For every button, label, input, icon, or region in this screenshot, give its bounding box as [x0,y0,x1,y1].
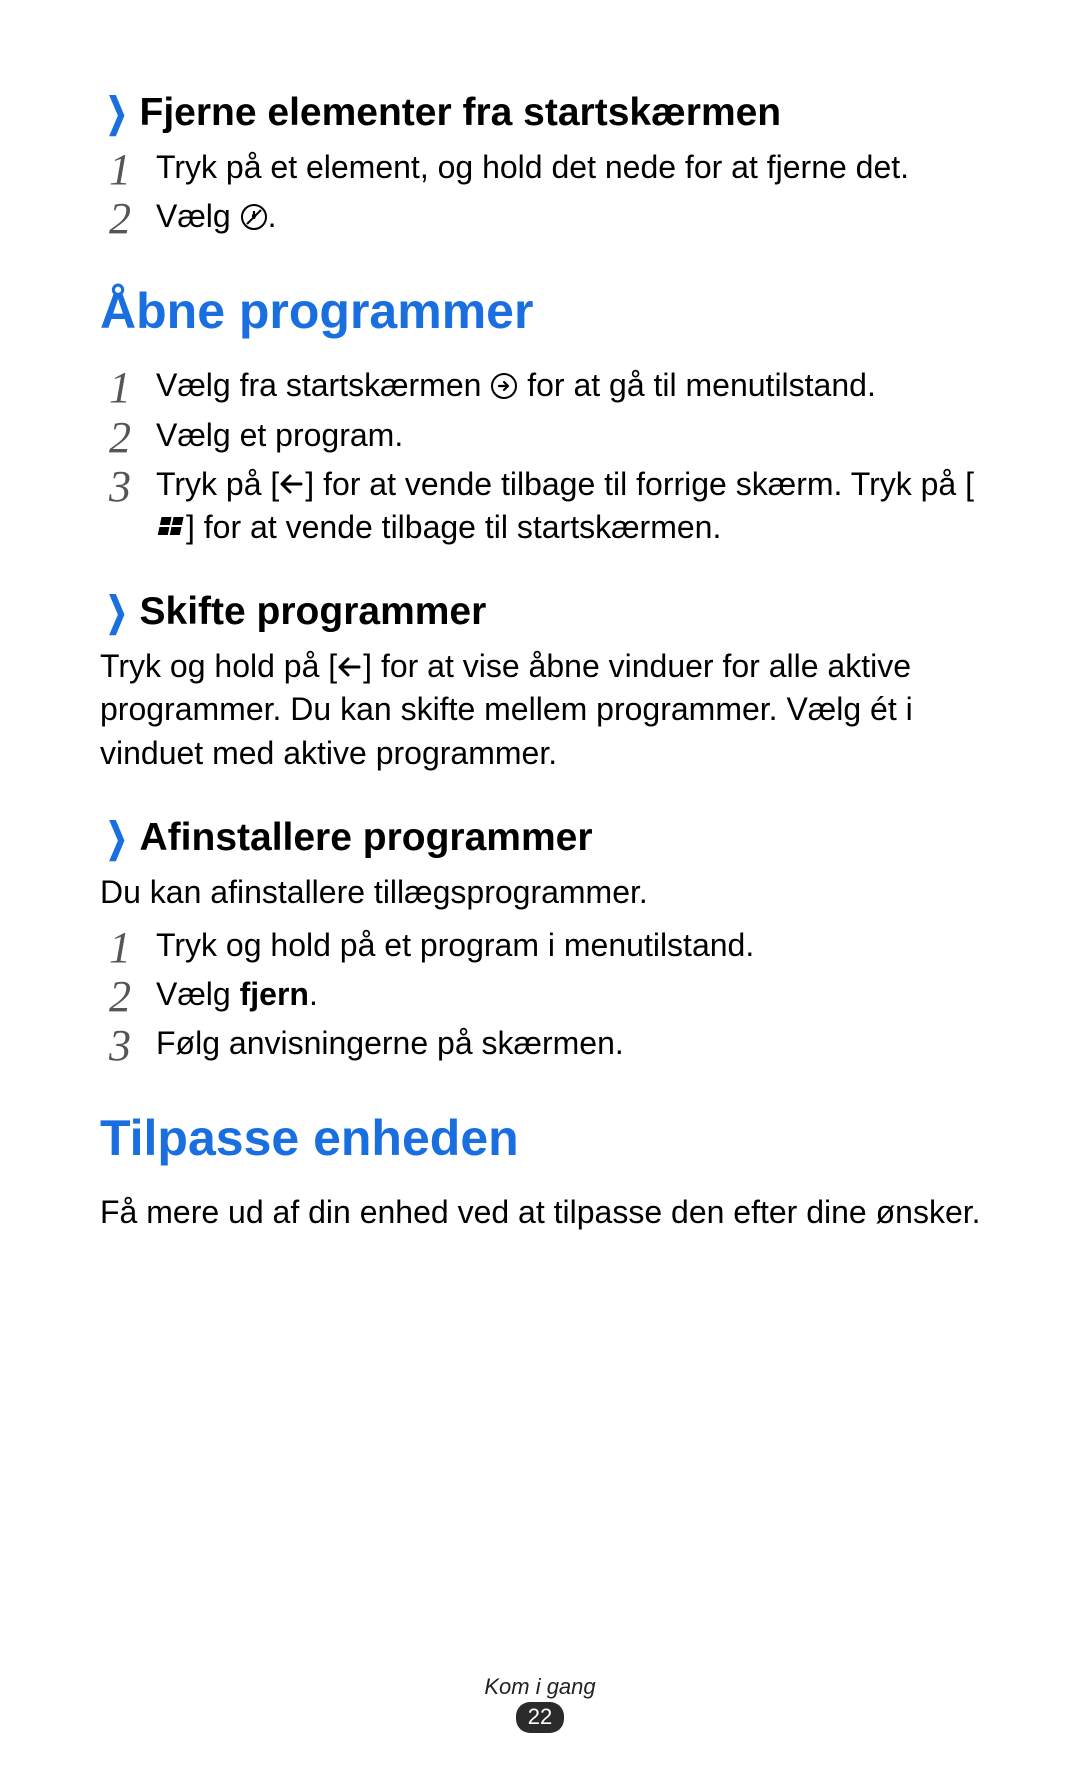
remove-step-2: Vælg . [100,195,985,238]
uninstall-step-1: Tryk og hold på et program i menutilstan… [100,924,985,967]
subheading-text: Fjerne elementer fra startskærmen [140,91,782,135]
unpin-icon [240,203,268,231]
switch-body: Tryk og hold på [ ] for at vise åbne vin… [100,645,985,775]
uninstall-step-2: Vælg fjern. [100,973,985,1016]
uninstall-steps-list: Tryk og hold på et program i menutilstan… [100,924,985,1066]
open-step-2: Vælg et program. [100,414,985,457]
arrow-right-circle-icon [490,372,518,400]
customise-body: Få mere ud af din enhed ved at tilpasse … [100,1191,985,1234]
subheading-text: Skifte programmer [140,590,487,634]
uninstall-intro: Du kan afinstallere tillægsprogrammer. [100,871,985,914]
document-page: ❯ Fjerne elementer fra startskærmen Tryk… [0,0,1080,1235]
subheading-switch-programs: ❯ Skifte programmer [100,589,985,635]
chevron-icon: ❯ [106,815,128,861]
chevron-icon: ❯ [106,90,128,136]
uninstall-step-3: Følg anvisningerne på skærmen. [100,1022,985,1065]
page-footer: Kom i gang 22 [0,1674,1080,1733]
windows-icon [156,515,186,539]
open-step-3: Tryk på [ ] for at vende tilbage til for… [100,463,985,549]
footer-section-label: Kom i gang [0,1674,1080,1700]
page-number-badge: 22 [516,1702,564,1733]
subheading-text: Afinstallere programmer [140,816,593,860]
remove-step-1: Tryk på et element, og hold det nede for… [100,146,985,189]
back-arrow-icon [279,473,305,495]
heading-customise-device: Tilpasse enheden [100,1109,985,1167]
chevron-icon: ❯ [106,589,128,635]
open-steps-list: Vælg fra startskærmen for at gå til menu… [100,364,985,549]
subheading-uninstall-programs: ❯ Afinstallere programmer [100,815,985,861]
heading-open-programs: Åbne programmer [100,282,985,340]
subheading-remove-elements: ❯ Fjerne elementer fra startskærmen [100,90,985,136]
remove-steps-list: Tryk på et element, og hold det nede for… [100,146,985,238]
open-step-1: Vælg fra startskærmen for at gå til menu… [100,364,985,407]
back-arrow-icon [337,656,363,678]
